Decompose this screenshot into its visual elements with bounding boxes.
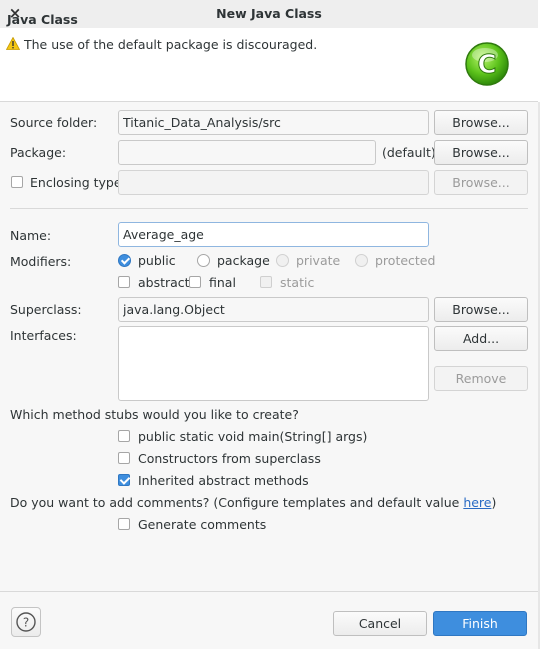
package-default-note: (default) <box>382 145 436 160</box>
modifier-final-checkbox[interactable] <box>189 276 201 288</box>
generate-comments-checkbox[interactable] <box>118 518 130 530</box>
header-title: Java Class <box>7 12 78 27</box>
finish-button[interactable]: Finish <box>433 611 527 636</box>
interfaces-remove-button: Remove <box>434 366 528 391</box>
stub-inherited-checkbox[interactable] <box>118 474 130 486</box>
warning-icon <box>6 37 20 50</box>
interfaces-list[interactable] <box>118 326 429 401</box>
source-folder-input[interactable] <box>118 110 429 135</box>
comments-question: Do you want to add comments? (Configure … <box>10 495 496 510</box>
modifier-static-label: static <box>280 275 315 290</box>
stub-inherited-label: Inherited abstract methods <box>138 473 309 488</box>
modifier-static-checkbox <box>260 276 272 288</box>
modifier-public-label: public <box>138 253 176 268</box>
stub-constructors-label: Constructors from superclass <box>138 451 321 466</box>
method-stubs-question: Which method stubs would you like to cre… <box>10 407 299 422</box>
comments-question-text: Do you want to add comments? (Configure … <box>10 495 464 510</box>
package-input[interactable] <box>118 140 376 165</box>
modifiers-label: Modifiers: <box>10 254 72 269</box>
superclass-browse-button[interactable]: Browse... <box>434 297 528 322</box>
modifier-abstract-checkbox[interactable] <box>118 276 130 288</box>
package-label: Package: <box>10 145 67 160</box>
stub-constructors-checkbox[interactable] <box>118 452 130 464</box>
class-name-input[interactable] <box>118 222 429 247</box>
enclosing-type-label: Enclosing type: <box>30 175 126 190</box>
modifier-public-radio[interactable] <box>118 254 131 267</box>
source-folder-browse-button[interactable]: Browse... <box>434 110 528 135</box>
interfaces-label: Interfaces: <box>10 328 77 343</box>
enclosing-type-input <box>118 170 429 195</box>
help-button[interactable]: ? <box>11 607 41 637</box>
modifier-private-radio <box>276 254 289 267</box>
window-title: New Java Class <box>216 6 322 21</box>
superclass-input[interactable] <box>118 297 429 322</box>
modifier-package-label: package <box>217 253 270 268</box>
cancel-button[interactable]: Cancel <box>333 611 427 636</box>
logo-letter: C <box>477 50 496 80</box>
superclass-label: Superclass: <box>10 302 82 317</box>
package-browse-button[interactable]: Browse... <box>434 140 528 165</box>
class-logo-icon: C <box>465 42 509 86</box>
header-warning-message: The use of the default package is discou… <box>24 37 318 52</box>
help-glyph: ? <box>23 616 29 630</box>
modifier-final-label: final <box>209 275 236 290</box>
modifier-package-radio[interactable] <box>197 254 210 267</box>
stub-main-label: public static void main(String[] args) <box>138 429 368 444</box>
source-folder-label: Source folder: <box>10 115 98 130</box>
generate-comments-label: Generate comments <box>138 517 267 532</box>
interfaces-add-button[interactable]: Add... <box>434 326 528 351</box>
stub-main-checkbox[interactable] <box>118 430 130 442</box>
modifier-protected-label: protected <box>375 253 436 268</box>
help-icon: ? <box>16 612 36 632</box>
configure-templates-link[interactable]: here <box>463 495 491 510</box>
comments-question-end: ) <box>491 495 497 510</box>
modifier-private-label: private <box>296 253 341 268</box>
name-label: Name: <box>10 228 52 243</box>
modifier-abstract-label: abstract <box>138 275 190 290</box>
enclosing-type-browse-button: Browse... <box>434 170 528 195</box>
footer-separator <box>0 591 538 592</box>
separator <box>10 208 528 209</box>
enclosing-type-checkbox[interactable] <box>11 176 23 188</box>
modifier-protected-radio <box>355 254 368 267</box>
